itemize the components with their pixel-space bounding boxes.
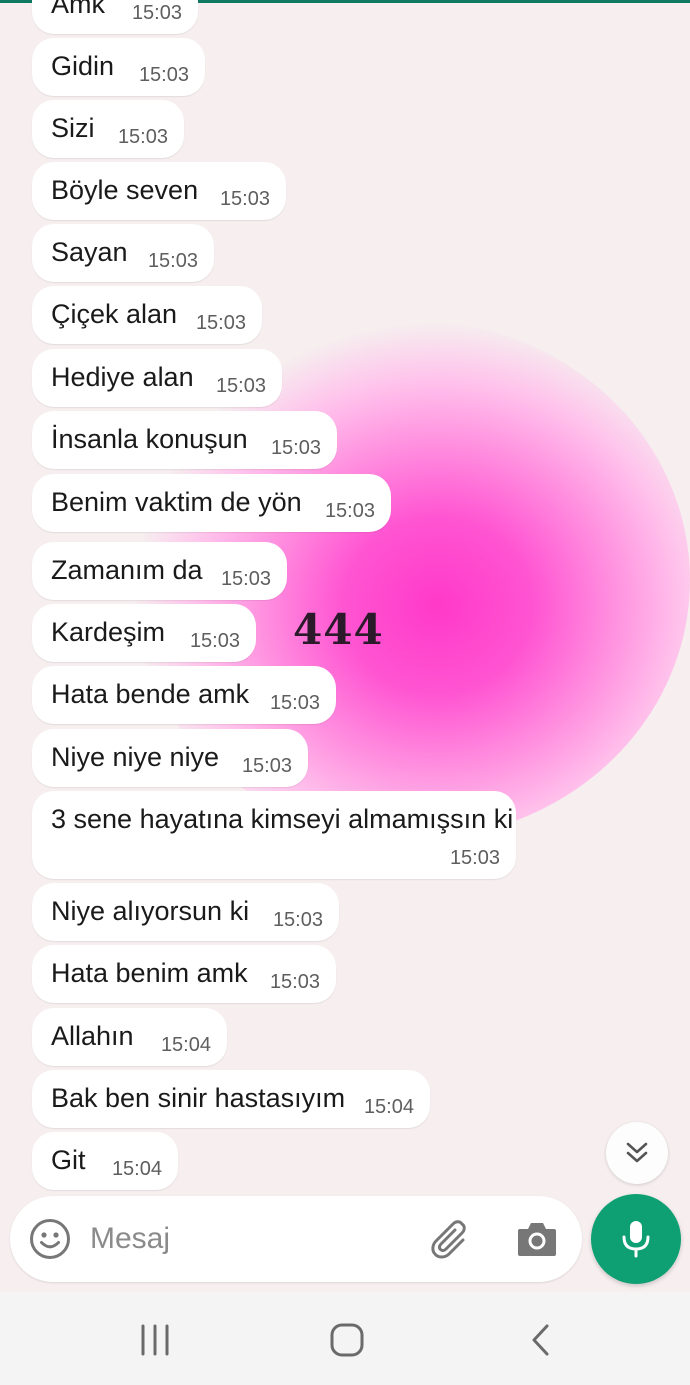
message-text: Hata benim amk bbox=[51, 958, 248, 988]
message-bubble[interactable]: Niye niye niye 15:03 bbox=[32, 729, 308, 787]
message-time: 15:03 bbox=[269, 692, 320, 714]
message-text: Zamanım da bbox=[51, 555, 203, 585]
message-text: Hata bende amk bbox=[51, 679, 250, 709]
message-bubble[interactable]: Niye alıyorsun ki 15:03 bbox=[32, 883, 339, 941]
message-text: Gidin bbox=[51, 51, 115, 81]
message-time: 15:03 bbox=[324, 500, 375, 522]
message-text: Niye alıyorsun ki bbox=[51, 896, 250, 926]
message-text: Çiçek alan bbox=[51, 299, 178, 329]
microphone-icon bbox=[622, 1221, 650, 1258]
message-time: 15:03 bbox=[220, 568, 271, 590]
message-text: Benim vaktim de yön bbox=[51, 487, 302, 517]
message-time: 15:03 bbox=[219, 188, 270, 210]
message-text: Amk bbox=[51, 0, 105, 19]
home-icon[interactable] bbox=[327, 1320, 367, 1360]
camera-icon[interactable] bbox=[515, 1218, 559, 1260]
message-bubble[interactable]: Çiçek alan 15:03 bbox=[32, 286, 262, 344]
message-bubble[interactable]: Amk 15:03 bbox=[32, 0, 198, 34]
message-text: Allahın bbox=[51, 1021, 134, 1051]
scroll-to-bottom-button[interactable] bbox=[606, 1122, 668, 1184]
message-time: 15:04 bbox=[111, 1158, 162, 1180]
message-time: 15:03 bbox=[272, 909, 323, 931]
message-text: Niye niye niye bbox=[51, 742, 220, 772]
voice-message-button[interactable] bbox=[591, 1194, 681, 1284]
message-time: 15:03 bbox=[131, 2, 182, 24]
message-time: 15:03 bbox=[270, 437, 321, 459]
message-text: Böyle seven bbox=[51, 175, 199, 205]
message-bubble[interactable]: Hata benim amk 15:03 bbox=[32, 945, 336, 1003]
message-composer bbox=[10, 1196, 582, 1282]
message-time: 15:03 bbox=[147, 250, 198, 272]
message-text: Sizi bbox=[51, 113, 95, 143]
message-bubble[interactable]: İnsanla konuşun 15:03 bbox=[32, 411, 337, 469]
message-time: 15:03 bbox=[241, 755, 292, 777]
message-bubble[interactable]: Allahın 15:04 bbox=[32, 1008, 227, 1066]
message-bubble[interactable]: Sizi 15:03 bbox=[32, 100, 184, 158]
message-time: 15:03 bbox=[195, 312, 246, 334]
message-text: Kardeşim bbox=[51, 617, 166, 647]
message-bubble[interactable]: Sayan 15:03 bbox=[32, 224, 214, 282]
message-text: Bak ben sinir hastasıyım bbox=[51, 1083, 346, 1113]
chat-area[interactable]: 444 Amk 15:03 Gidin 15:03 Sizi 15:03 Böy… bbox=[0, 0, 690, 1195]
message-bubble[interactable]: Kardeşim 15:03 bbox=[32, 604, 256, 662]
message-bubble[interactable]: Git 15:04 bbox=[32, 1132, 178, 1190]
message-time: 15:03 bbox=[117, 126, 168, 148]
paperclip-icon[interactable] bbox=[429, 1218, 473, 1262]
message-bubble[interactable]: Hediye alan 15:03 bbox=[32, 349, 282, 407]
message-input[interactable] bbox=[90, 1216, 410, 1262]
emoji-icon[interactable] bbox=[29, 1218, 71, 1260]
message-text: Hediye alan bbox=[51, 362, 194, 392]
recent-apps-icon[interactable] bbox=[135, 1320, 175, 1360]
message-time: 15:03 bbox=[449, 847, 500, 869]
message-bubble[interactable]: Gidin 15:03 bbox=[32, 38, 205, 96]
message-bubble[interactable]: 3 sene hayatına kimseyi almamışsın ki 15… bbox=[32, 791, 516, 879]
message-bubble[interactable]: Zamanım da 15:03 bbox=[32, 542, 287, 600]
message-text: 3 sene hayatına kimseyi almamışsın ki bbox=[51, 804, 514, 834]
message-time: 15:04 bbox=[160, 1034, 211, 1056]
double-chevron-down-icon bbox=[626, 1142, 648, 1163]
message-time: 15:03 bbox=[189, 630, 240, 652]
wallpaper-text: 444 bbox=[293, 605, 384, 654]
message-time: 15:03 bbox=[269, 971, 320, 993]
message-text: İnsanla konuşun bbox=[51, 424, 248, 454]
message-bubble[interactable]: Böyle seven 15:03 bbox=[32, 162, 286, 220]
message-time: 15:03 bbox=[138, 64, 189, 86]
message-bubble[interactable]: Benim vaktim de yön 15:03 bbox=[32, 474, 391, 532]
message-text: Sayan bbox=[51, 237, 128, 267]
back-icon[interactable] bbox=[521, 1320, 561, 1360]
message-bubble[interactable]: Hata bende amk 15:03 bbox=[32, 666, 336, 724]
message-time: 15:03 bbox=[215, 375, 266, 397]
system-navigation-bar bbox=[0, 1292, 690, 1385]
message-time: 15:04 bbox=[363, 1096, 414, 1118]
message-text: Git bbox=[51, 1145, 86, 1175]
message-bubble[interactable]: Bak ben sinir hastasıyım 15:04 bbox=[32, 1070, 430, 1128]
